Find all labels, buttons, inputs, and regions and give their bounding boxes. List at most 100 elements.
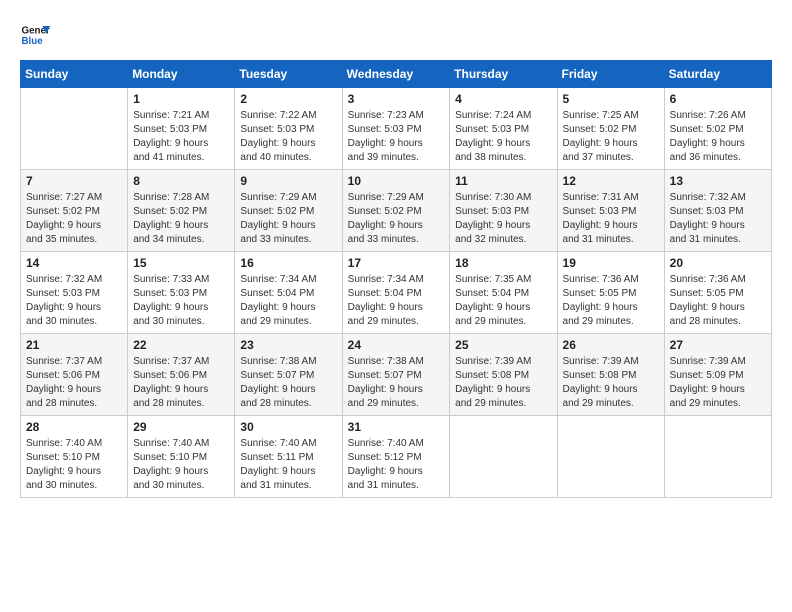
day-number: 18: [455, 256, 551, 270]
calendar-cell: 8Sunrise: 7:28 AM Sunset: 5:02 PM Daylig…: [128, 170, 235, 252]
calendar-cell: 31 Sunrise: 7:40 AM Sunset: 5:12 PM Dayli…: [342, 416, 450, 498]
calendar-cell: [450, 416, 557, 498]
calendar-cell: 15 Sunrise: 7:33 AM Sunset: 5:03 PM Dayli…: [128, 252, 235, 334]
column-header-friday: Friday: [557, 61, 664, 88]
day-info: Sunrise: 7:39 AM Sunset: 5:08 PM Dayligh…: [455, 355, 551, 411]
day-number: 25: [455, 338, 551, 352]
day-info: Sunrise: 7:38 AM Sunset: 5:07 PM Dayligh…: [240, 355, 336, 411]
calendar-cell: 20Sunrise: 7:36 AM Sunset: 5:05 PM Dayli…: [664, 252, 771, 334]
column-header-monday: Monday: [128, 61, 235, 88]
calendar-cell: 17 Sunrise: 7:34 AM Sunset: 5:04 PM Dayli…: [342, 252, 450, 334]
day-info: Sunrise: 7:26 AM Sunset: 5:02 PM Dayligh…: [670, 109, 766, 165]
calendar-header: SundayMondayTuesdayWednesdayThursdayFrid…: [21, 61, 772, 88]
day-number: 4: [455, 92, 551, 106]
day-info: Sunrise: 7:27 AM Sunset: 5:02 PM Dayligh…: [26, 191, 122, 247]
calendar-cell: [664, 416, 771, 498]
logo: General Blue: [20, 20, 50, 50]
calendar-table: SundayMondayTuesdayWednesdayThursdayFrid…: [20, 60, 772, 498]
day-number: 13: [670, 174, 766, 188]
day-number: 16: [240, 256, 336, 270]
day-number: 27: [670, 338, 766, 352]
svg-text:Blue: Blue: [22, 36, 44, 47]
calendar-cell: 22 Sunrise: 7:37 AM Sunset: 5:06 PM Dayli…: [128, 334, 235, 416]
day-info: Sunrise: 7:29 AM Sunset: 5:02 PM Dayligh…: [240, 191, 336, 247]
day-info: Sunrise: 7:32 AM Sunset: 5:03 PM Dayligh…: [26, 273, 122, 329]
day-number: 7: [26, 174, 122, 188]
day-info: Sunrise: 7:33 AM Sunset: 5:03 PM Dayligh…: [133, 273, 229, 329]
calendar-cell: 26Sunrise: 7:39 AM Sunset: 5:08 PM Dayli…: [557, 334, 664, 416]
column-header-tuesday: Tuesday: [235, 61, 342, 88]
day-info: Sunrise: 7:35 AM Sunset: 5:04 PM Dayligh…: [455, 273, 551, 329]
calendar-cell: 19 Sunrise: 7:36 AM Sunset: 5:05 PM Dayli…: [557, 252, 664, 334]
logo-icon: General Blue: [20, 20, 50, 50]
calendar-cell: 11 Sunrise: 7:30 AM Sunset: 5:03 PM Dayli…: [450, 170, 557, 252]
day-info: Sunrise: 7:23 AM Sunset: 5:03 PM Dayligh…: [348, 109, 445, 165]
calendar-cell: 25 Sunrise: 7:39 AM Sunset: 5:08 PM Dayli…: [450, 334, 557, 416]
day-number: 12: [563, 174, 659, 188]
calendar-week-3: 14 Sunrise: 7:32 AM Sunset: 5:03 PM Dayli…: [21, 252, 772, 334]
day-number: 23: [240, 338, 336, 352]
day-number: 9: [240, 174, 336, 188]
calendar-cell: 29Sunrise: 7:40 AM Sunset: 5:10 PM Dayli…: [128, 416, 235, 498]
day-number: 2: [240, 92, 336, 106]
day-number: 31: [348, 420, 445, 434]
day-info: Sunrise: 7:37 AM Sunset: 5:06 PM Dayligh…: [133, 355, 229, 411]
day-info: Sunrise: 7:38 AM Sunset: 5:07 PM Dayligh…: [348, 355, 445, 411]
day-number: 10: [348, 174, 445, 188]
calendar-cell: 21 Sunrise: 7:37 AM Sunset: 5:06 PM Dayli…: [21, 334, 128, 416]
calendar-week-5: 28 Sunrise: 7:40 AM Sunset: 5:10 PM Dayli…: [21, 416, 772, 498]
day-number: 21: [26, 338, 122, 352]
calendar-cell: 14 Sunrise: 7:32 AM Sunset: 5:03 PM Dayli…: [21, 252, 128, 334]
day-number: 26: [563, 338, 659, 352]
calendar-cell: 5Sunrise: 7:25 AM Sunset: 5:02 PM Daylig…: [557, 88, 664, 170]
day-info: Sunrise: 7:40 AM Sunset: 5:11 PM Dayligh…: [240, 437, 336, 493]
day-number: 15: [133, 256, 229, 270]
day-number: 22: [133, 338, 229, 352]
day-number: 17: [348, 256, 445, 270]
day-info: Sunrise: 7:34 AM Sunset: 5:04 PM Dayligh…: [240, 273, 336, 329]
calendar-cell: 23 Sunrise: 7:38 AM Sunset: 5:07 PM Dayli…: [235, 334, 342, 416]
day-number: 20: [670, 256, 766, 270]
day-info: Sunrise: 7:37 AM Sunset: 5:06 PM Dayligh…: [26, 355, 122, 411]
day-info: Sunrise: 7:25 AM Sunset: 5:02 PM Dayligh…: [563, 109, 659, 165]
calendar-cell: 24 Sunrise: 7:38 AM Sunset: 5:07 PM Dayli…: [342, 334, 450, 416]
day-number: 11: [455, 174, 551, 188]
calendar-cell: 18 Sunrise: 7:35 AM Sunset: 5:04 PM Dayli…: [450, 252, 557, 334]
day-info: Sunrise: 7:34 AM Sunset: 5:04 PM Dayligh…: [348, 273, 445, 329]
calendar-cell: [21, 88, 128, 170]
day-info: Sunrise: 7:21 AM Sunset: 5:03 PM Dayligh…: [133, 109, 229, 165]
calendar-cell: 3 Sunrise: 7:23 AM Sunset: 5:03 PM Daylig…: [342, 88, 450, 170]
day-number: 14: [26, 256, 122, 270]
calendar-week-2: 7 Sunrise: 7:27 AM Sunset: 5:02 PM Daylig…: [21, 170, 772, 252]
day-number: 6: [670, 92, 766, 106]
calendar-cell: 16 Sunrise: 7:34 AM Sunset: 5:04 PM Dayli…: [235, 252, 342, 334]
calendar-cell: 1Sunrise: 7:21 AM Sunset: 5:03 PM Daylig…: [128, 88, 235, 170]
calendar-cell: 30 Sunrise: 7:40 AM Sunset: 5:11 PM Dayli…: [235, 416, 342, 498]
day-number: 30: [240, 420, 336, 434]
day-info: Sunrise: 7:40 AM Sunset: 5:10 PM Dayligh…: [26, 437, 122, 493]
day-info: Sunrise: 7:40 AM Sunset: 5:12 PM Dayligh…: [348, 437, 445, 493]
calendar-cell: 6 Sunrise: 7:26 AM Sunset: 5:02 PM Daylig…: [664, 88, 771, 170]
day-info: Sunrise: 7:30 AM Sunset: 5:03 PM Dayligh…: [455, 191, 551, 247]
day-number: 28: [26, 420, 122, 434]
day-info: Sunrise: 7:36 AM Sunset: 5:05 PM Dayligh…: [563, 273, 659, 329]
column-header-thursday: Thursday: [450, 61, 557, 88]
day-info: Sunrise: 7:29 AM Sunset: 5:02 PM Dayligh…: [348, 191, 445, 247]
day-number: 29: [133, 420, 229, 434]
day-number: 3: [348, 92, 445, 106]
day-info: Sunrise: 7:32 AM Sunset: 5:03 PM Dayligh…: [670, 191, 766, 247]
calendar-cell: 7 Sunrise: 7:27 AM Sunset: 5:02 PM Daylig…: [21, 170, 128, 252]
column-header-sunday: Sunday: [21, 61, 128, 88]
day-number: 19: [563, 256, 659, 270]
calendar-cell: [557, 416, 664, 498]
calendar-cell: 4Sunrise: 7:24 AM Sunset: 5:03 PM Daylig…: [450, 88, 557, 170]
calendar-body: 1Sunrise: 7:21 AM Sunset: 5:03 PM Daylig…: [21, 88, 772, 498]
day-info: Sunrise: 7:39 AM Sunset: 5:09 PM Dayligh…: [670, 355, 766, 411]
calendar-cell: 13 Sunrise: 7:32 AM Sunset: 5:03 PM Dayli…: [664, 170, 771, 252]
calendar-week-1: 1Sunrise: 7:21 AM Sunset: 5:03 PM Daylig…: [21, 88, 772, 170]
day-number: 24: [348, 338, 445, 352]
column-header-saturday: Saturday: [664, 61, 771, 88]
column-header-wednesday: Wednesday: [342, 61, 450, 88]
day-info: Sunrise: 7:22 AM Sunset: 5:03 PM Dayligh…: [240, 109, 336, 165]
calendar-cell: 10 Sunrise: 7:29 AM Sunset: 5:02 PM Dayli…: [342, 170, 450, 252]
